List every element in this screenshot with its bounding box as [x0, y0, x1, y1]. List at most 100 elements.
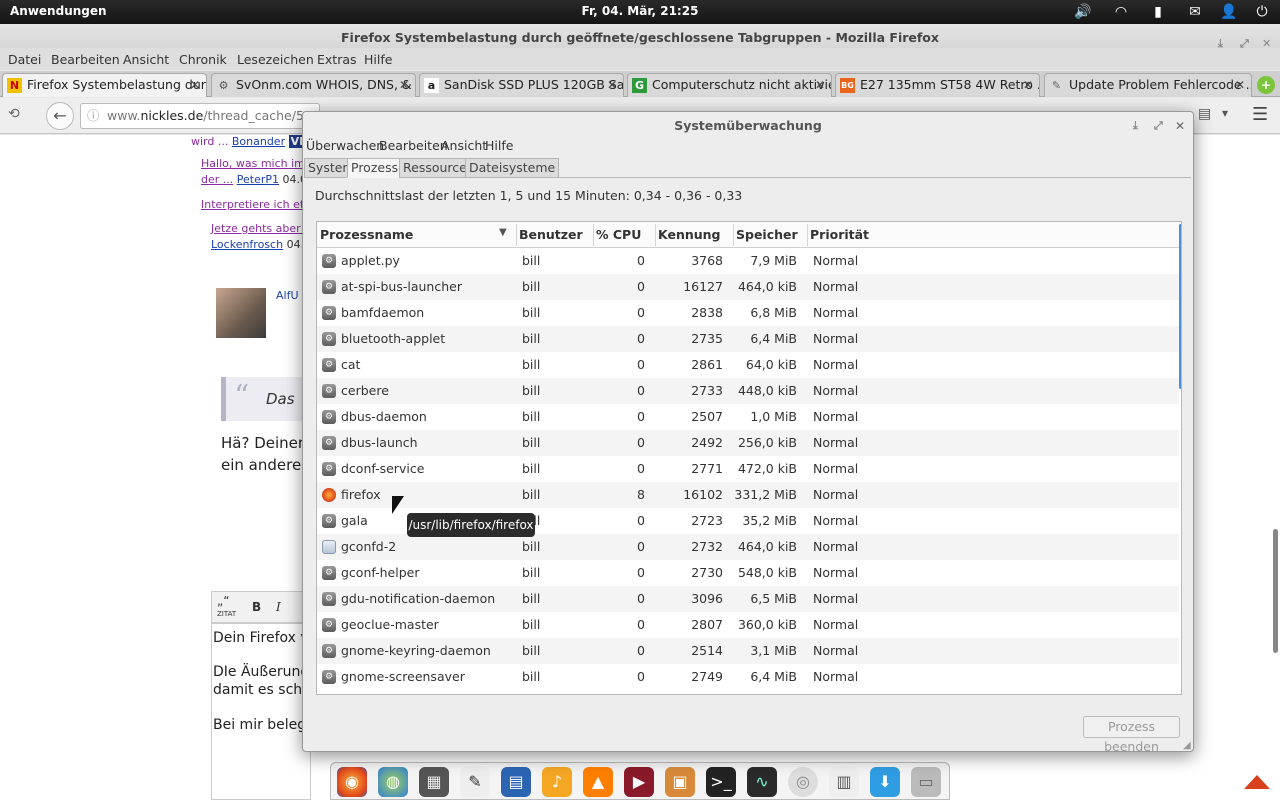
page-scrollbar[interactable] [1273, 529, 1278, 653]
switchboard-icon[interactable]: ▥ [829, 767, 859, 797]
thread-line[interactable]: Hallo, was mich im Z [201, 157, 316, 170]
tab-nickles[interactable]: N Firefox Systembelastung dur... ✕ [2, 73, 207, 97]
music-icon[interactable]: ♪ [542, 767, 572, 797]
hamburger-menu-icon[interactable]: ☰ [1252, 104, 1268, 125]
wifi-icon[interactable]: ◠ [1111, 3, 1131, 21]
table-row[interactable]: ⚙ gnome-screensaver bill 0 2749 6,4 MiB Normal [317, 664, 1179, 690]
mail-icon[interactable]: ✉ [1185, 3, 1205, 21]
end-process-button[interactable]: Prozess beenden [1083, 716, 1180, 754]
menu-datei[interactable]: Datei [8, 52, 41, 67]
table-row[interactable]: ⚙ gconf-helper bill 0 2730 548,0 kiB Normal [317, 560, 1179, 586]
thread-text[interactable]: der ... [201, 173, 233, 186]
column-cpu[interactable]: % CPU [596, 227, 641, 242]
user-link[interactable]: Lockenfrosch [211, 238, 283, 251]
power-icon[interactable]: ⏻ [1252, 3, 1272, 21]
close-tab-icon[interactable]: ✕ [399, 74, 409, 96]
table-row[interactable]: ⚙ at-spi-bus-launcher bill 0 16127 464,0 kiB N… [317, 274, 1179, 300]
back-button[interactable]: ← [46, 102, 74, 130]
table-row[interactable]: ⚙ dbus-daemon bill 0 2507 1,0 MiB Normal [317, 404, 1179, 430]
thread-line[interactable]: Jetze gehts aber k [211, 222, 311, 235]
browser-globe-icon[interactable]: ◍ [378, 767, 408, 797]
new-tab-icon[interactable]: + [1257, 76, 1275, 94]
close-tab-icon[interactable]: ✕ [607, 74, 617, 96]
table-scrollbar[interactable] [1179, 224, 1181, 389]
table-row[interactable]: ⚙ gnome-keyring-daemon bill 0 2514 3,1 MiB Nor… [317, 638, 1179, 664]
menu-ueberwachen[interactable]: Überwachen [306, 138, 384, 153]
column-separator[interactable] [807, 224, 808, 246]
text-editor-icon[interactable]: ✎ [460, 767, 490, 797]
video-icon[interactable]: ▶ [624, 767, 654, 797]
chevron-down-icon[interactable]: ▾ [1222, 106, 1228, 120]
history-icon[interactable]: ⟲ [8, 106, 20, 122]
vlc-icon[interactable]: ▲ [583, 767, 613, 797]
close-tab-icon[interactable]: ✕ [815, 74, 825, 96]
battery-icon[interactable]: ▮ [1148, 3, 1168, 21]
author-name[interactable]: AlfU [276, 289, 299, 302]
url-bar[interactable]: ⓘ www.nickles.de/thread_cache/53916 [80, 103, 336, 129]
table-row[interactable]: ⚙ cat bill 0 2861 64,0 kiB Normal [317, 352, 1179, 378]
scroll-top-button[interactable] [1244, 775, 1270, 789]
files-icon[interactable]: ▭ [911, 767, 941, 797]
column-speicher[interactable]: Speicher [736, 227, 798, 242]
table-row[interactable]: ⚙ cerbere bill 0 2733 448,0 kiB Normal [317, 378, 1179, 404]
menu-ansicht[interactable]: Ansicht [441, 138, 487, 153]
volume-icon[interactable]: 🔊 [1073, 3, 1093, 21]
user-link[interactable]: Bonander [232, 135, 285, 148]
disc-icon[interactable]: ◎ [788, 767, 818, 797]
menu-hilfe[interactable]: Hilfe [485, 138, 513, 153]
clipboard-icon[interactable]: ▤ [1198, 106, 1211, 122]
column-separator[interactable] [516, 224, 517, 246]
table-row[interactable]: ⚙ dconf-service bill 0 2771 472,0 kiB Normal [317, 456, 1179, 482]
tab-whois[interactable]: ⚙ SvOnm.com WHOIS, DNS, & ... ✕ [211, 73, 416, 97]
tab-dateisysteme[interactable]: Dateisysteme [465, 158, 560, 178]
table-row[interactable]: gconfd-2 bill 0 2732 464,0 kiB Normal [317, 534, 1179, 560]
system-monitor-icon[interactable]: ∿ [747, 767, 777, 797]
table-row[interactable]: ⚙ dbus-launch bill 0 2492 256,0 kiB Normal [317, 430, 1179, 456]
writer-icon[interactable]: ▤ [501, 767, 531, 797]
table-row[interactable]: ⚙ bamfdaemon bill 0 2838 6,8 MiB Normal [317, 300, 1179, 326]
thread-text[interactable]: Hallo, was mich im Z [201, 157, 316, 170]
calculator-icon[interactable]: ▦ [419, 767, 449, 797]
table-row[interactable]: ⚙ gdu-notification-daemon bill 0 3096 6,5 MiB… [317, 586, 1179, 612]
column-separator[interactable] [593, 224, 594, 246]
editor-area[interactable]: Dein Firefox v DIe Äußerung damit es sch… [211, 623, 312, 800]
user-icon[interactable]: 👤 [1219, 3, 1239, 21]
italic-button[interactable]: I [276, 600, 281, 614]
column-separator[interactable] [655, 224, 656, 246]
bold-button[interactable]: B [252, 600, 261, 614]
column-prozessname[interactable]: Prozessname [320, 227, 413, 242]
sort-descending-icon[interactable]: ▼ [499, 227, 507, 238]
table-row[interactable]: ⚙ applet.py bill 0 3768 7,9 MiB Normal [317, 248, 1179, 274]
menu-lesezeichen[interactable]: Lesezeichen [237, 52, 314, 67]
photos-icon[interactable]: ▣ [665, 767, 695, 797]
column-separator[interactable] [733, 224, 734, 246]
menu-bearbeiten[interactable]: Bearbeiten [51, 52, 120, 67]
table-row[interactable]: firefox bill 8 16102 331,2 MiB Normal [317, 482, 1179, 508]
column-benutzer[interactable]: Benutzer [519, 227, 583, 242]
column-kennung[interactable]: Kennung [658, 227, 721, 242]
tab-computerschutz[interactable]: G Computerschutz nicht aktivie... ✕ [627, 73, 832, 97]
column-prioritaet[interactable]: Priorität [810, 227, 869, 242]
user-link[interactable]: PeterP1 [237, 173, 279, 186]
close-icon[interactable]: ✕ [1175, 112, 1185, 140]
thread-text[interactable]: Jetze gehts aber k [211, 222, 311, 235]
terminal-icon[interactable]: >_ [706, 767, 736, 797]
firefox-icon[interactable]: ◉ [337, 767, 367, 797]
table-row[interactable]: ⚙ bluetooth-applet bill 0 2735 6,4 MiB Normal [317, 326, 1179, 352]
close-tab-icon[interactable]: ✕ [1023, 74, 1033, 96]
menu-chronik[interactable]: Chronik [179, 52, 227, 67]
close-tab-icon[interactable]: ✕ [190, 74, 200, 96]
close-tab-icon[interactable]: ✕ [1235, 74, 1245, 96]
tab-update-problem[interactable]: ✎ Update Problem Fehlercode ... ✕ [1044, 73, 1252, 97]
download-icon[interactable]: ⬇ [870, 767, 900, 797]
table-row[interactable]: ⚙ geoclue-master bill 0 2807 360,0 kiB Normal [317, 612, 1179, 638]
info-icon[interactable]: ⓘ [87, 104, 100, 128]
menu-bearbeiten[interactable]: Bearbeiten [379, 138, 448, 153]
menu-extras[interactable]: Extras [317, 52, 357, 67]
quote-button-icon[interactable]: „“ [217, 594, 229, 608]
maximize-icon[interactable]: ⤢ [1154, 112, 1163, 140]
tab-sandisk[interactable]: a SanDisk SSD PLUS 120GB Sat... ✕ [419, 73, 624, 97]
resize-grip-icon[interactable]: ◢ [1183, 740, 1191, 751]
menu-ansicht[interactable]: Ansicht [123, 52, 169, 67]
minimize-icon[interactable]: ⤓ [1133, 112, 1138, 140]
